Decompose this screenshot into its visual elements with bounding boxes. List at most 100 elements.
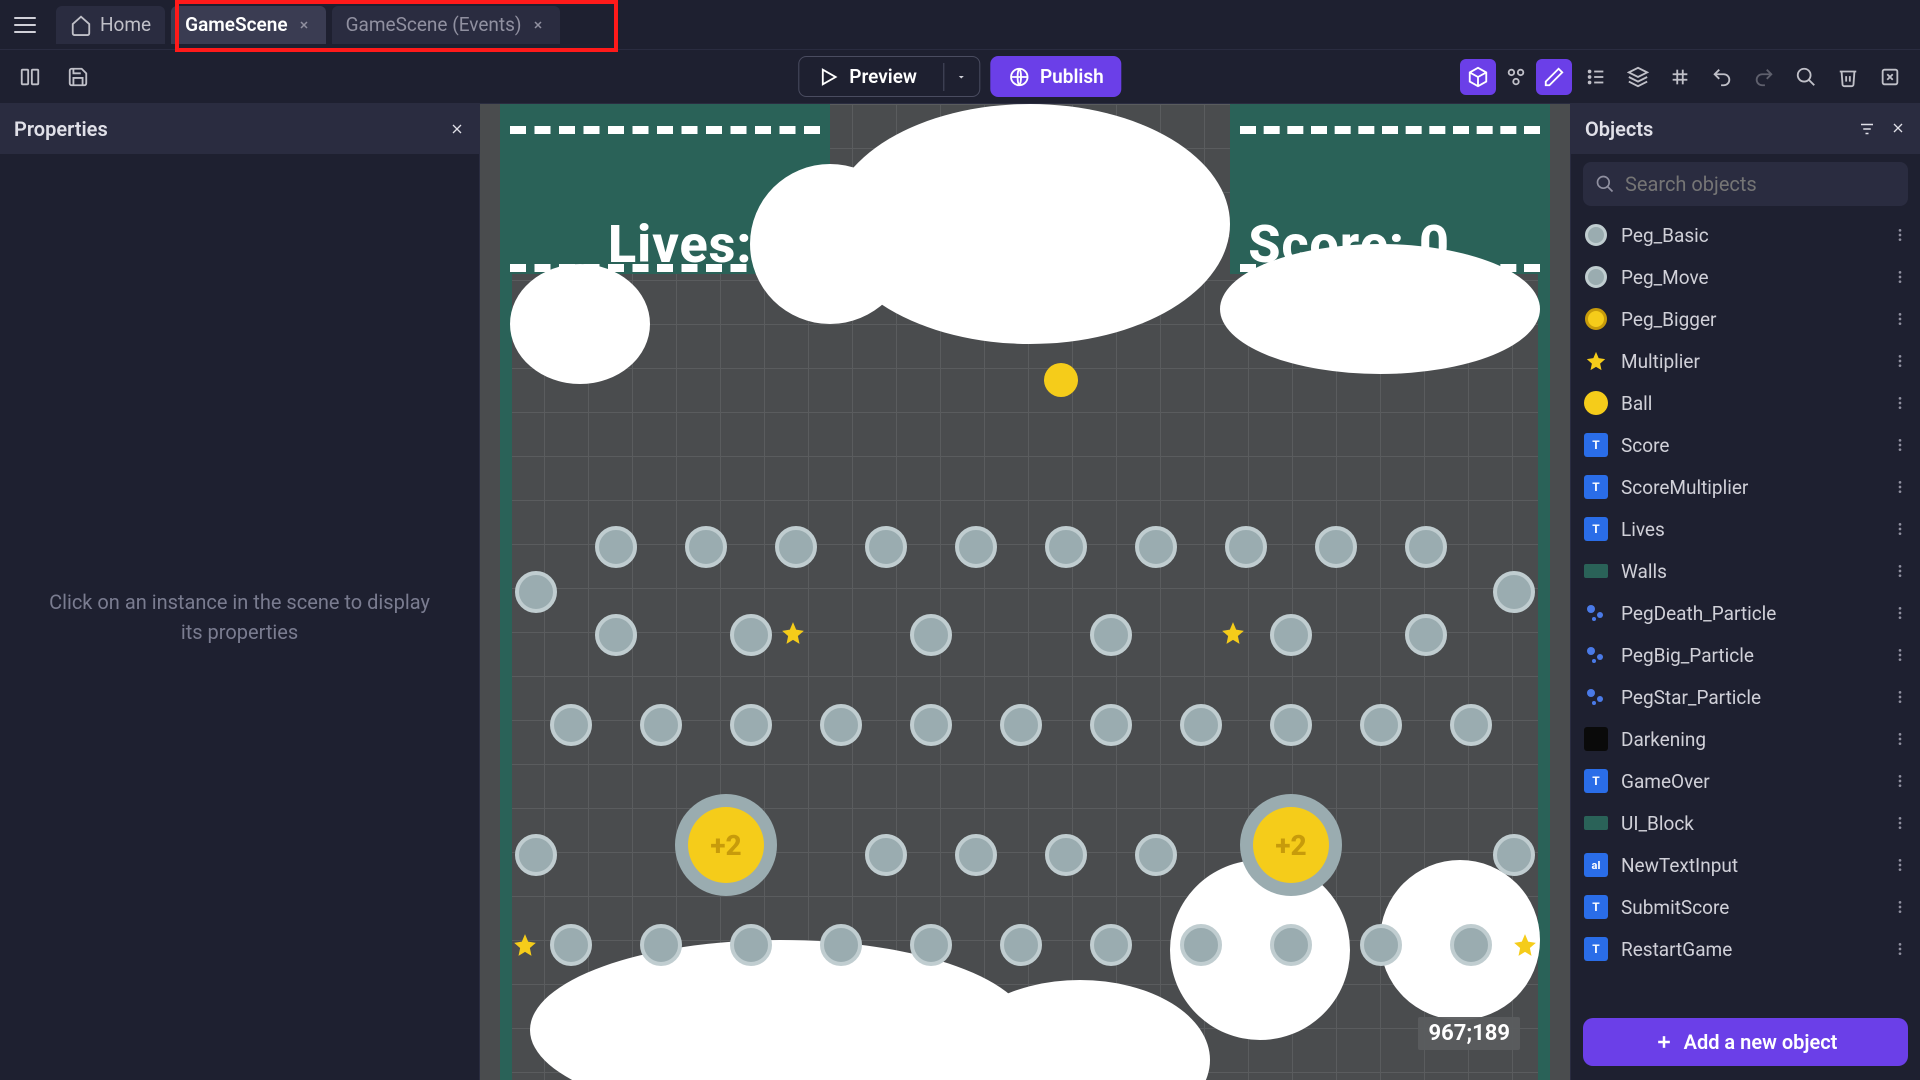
object-item[interactable]: UI_Block bbox=[1571, 802, 1920, 844]
preview-button[interactable]: Preview bbox=[799, 57, 935, 96]
peg-instance[interactable] bbox=[910, 924, 952, 966]
peg-instance[interactable] bbox=[1135, 834, 1177, 876]
object-item[interactable]: Ball bbox=[1571, 382, 1920, 424]
peg-instance[interactable] bbox=[550, 704, 592, 746]
peg-instance[interactable] bbox=[595, 614, 637, 656]
object-item[interactable]: TLives bbox=[1571, 508, 1920, 550]
peg-instance[interactable] bbox=[820, 704, 862, 746]
peg-instance[interactable] bbox=[515, 571, 557, 613]
object-item-more[interactable] bbox=[1892, 941, 1908, 957]
peg-instance[interactable] bbox=[865, 526, 907, 568]
peg-instance[interactable] bbox=[1360, 704, 1402, 746]
tool-edit-button[interactable] bbox=[1536, 59, 1572, 95]
object-item[interactable]: aINewTextInput bbox=[1571, 844, 1920, 886]
peg-instance[interactable] bbox=[1090, 614, 1132, 656]
peg-bigger-instance[interactable]: +2 bbox=[675, 794, 777, 896]
peg-instance[interactable] bbox=[1180, 924, 1222, 966]
peg-instance[interactable] bbox=[1405, 614, 1447, 656]
peg-instance[interactable] bbox=[595, 526, 637, 568]
peg-instance[interactable] bbox=[955, 526, 997, 568]
redo-button[interactable] bbox=[1746, 59, 1782, 95]
peg-instance[interactable] bbox=[730, 704, 772, 746]
object-item[interactable]: PegDeath_Particle bbox=[1571, 592, 1920, 634]
object-item-more[interactable] bbox=[1892, 269, 1908, 285]
peg-instance[interactable] bbox=[820, 924, 862, 966]
peg-instance[interactable] bbox=[1045, 834, 1087, 876]
object-item[interactable]: PegBig_Particle bbox=[1571, 634, 1920, 676]
object-item-more[interactable] bbox=[1892, 731, 1908, 747]
peg-instance[interactable] bbox=[955, 834, 997, 876]
peg-instance[interactable] bbox=[1315, 526, 1357, 568]
peg-instance[interactable] bbox=[910, 704, 952, 746]
object-item[interactable]: Walls bbox=[1571, 550, 1920, 592]
peg-instance[interactable] bbox=[775, 526, 817, 568]
object-item-more[interactable] bbox=[1892, 479, 1908, 495]
object-item-more[interactable] bbox=[1892, 437, 1908, 453]
add-object-button[interactable]: Add a new object bbox=[1583, 1018, 1908, 1066]
scene-tab-close[interactable] bbox=[296, 17, 312, 33]
object-item[interactable]: Darkening bbox=[1571, 718, 1920, 760]
object-item-more[interactable] bbox=[1892, 227, 1908, 243]
events-tab[interactable]: GameScene (Events) bbox=[332, 6, 560, 44]
properties-close[interactable] bbox=[449, 121, 465, 137]
object-item-more[interactable] bbox=[1892, 353, 1908, 369]
objects-search-input[interactable] bbox=[1625, 172, 1896, 196]
peg-instance[interactable] bbox=[865, 834, 907, 876]
object-item[interactable]: TScoreMultiplier bbox=[1571, 466, 1920, 508]
tool-cube-button[interactable] bbox=[1460, 59, 1496, 95]
peg-instance[interactable] bbox=[1090, 924, 1132, 966]
star-multiplier[interactable] bbox=[1512, 932, 1538, 958]
main-menu-button[interactable] bbox=[0, 0, 50, 50]
object-item-more[interactable] bbox=[1892, 563, 1908, 579]
zoom-button[interactable] bbox=[1788, 59, 1824, 95]
scene-tab[interactable]: GameScene bbox=[171, 6, 325, 44]
events-tab-close[interactable] bbox=[530, 17, 546, 33]
peg-instance[interactable] bbox=[1360, 924, 1402, 966]
peg-instance[interactable] bbox=[550, 924, 592, 966]
peg-instance[interactable] bbox=[730, 614, 772, 656]
settings-button[interactable] bbox=[1872, 59, 1908, 95]
star-multiplier[interactable] bbox=[780, 620, 806, 646]
peg-bigger-instance[interactable]: +2 bbox=[1240, 794, 1342, 896]
object-item-more[interactable] bbox=[1892, 647, 1908, 663]
peg-instance[interactable] bbox=[1493, 571, 1535, 613]
save-button[interactable] bbox=[60, 59, 96, 95]
object-item[interactable]: TSubmitScore bbox=[1571, 886, 1920, 928]
peg-instance[interactable] bbox=[1450, 924, 1492, 966]
star-multiplier[interactable] bbox=[512, 932, 538, 958]
peg-instance[interactable] bbox=[1405, 526, 1447, 568]
star-multiplier[interactable] bbox=[1220, 620, 1246, 646]
object-item[interactable]: Peg_Basic bbox=[1571, 214, 1920, 256]
object-item[interactable]: Peg_Move bbox=[1571, 256, 1920, 298]
peg-instance[interactable] bbox=[1493, 834, 1535, 876]
peg-instance[interactable] bbox=[730, 924, 772, 966]
peg-instance[interactable] bbox=[1045, 526, 1087, 568]
peg-instance[interactable] bbox=[640, 704, 682, 746]
scene-canvas[interactable]: Lives: 0 Score: 0 75% bbox=[480, 104, 1570, 1080]
peg-instance[interactable] bbox=[640, 924, 682, 966]
home-tab[interactable]: Home bbox=[56, 6, 165, 44]
object-item-more[interactable] bbox=[1892, 815, 1908, 831]
tool-grid-button[interactable] bbox=[1662, 59, 1698, 95]
object-item-more[interactable] bbox=[1892, 899, 1908, 915]
panel-toggle-left-button[interactable] bbox=[12, 59, 48, 95]
peg-instance[interactable] bbox=[1000, 704, 1042, 746]
object-item[interactable]: Multiplier bbox=[1571, 340, 1920, 382]
object-item[interactable]: TGameOver bbox=[1571, 760, 1920, 802]
tool-list-button[interactable] bbox=[1578, 59, 1614, 95]
object-item-more[interactable] bbox=[1892, 689, 1908, 705]
peg-instance[interactable] bbox=[685, 526, 727, 568]
peg-instance[interactable] bbox=[1090, 704, 1132, 746]
tool-layers-button[interactable] bbox=[1620, 59, 1656, 95]
object-item-more[interactable] bbox=[1892, 773, 1908, 789]
object-item[interactable]: TScore bbox=[1571, 424, 1920, 466]
peg-instance[interactable] bbox=[1000, 924, 1042, 966]
peg-instance[interactable] bbox=[1180, 704, 1222, 746]
object-item-more[interactable] bbox=[1892, 311, 1908, 327]
publish-button[interactable]: Publish bbox=[990, 56, 1122, 97]
peg-instance[interactable] bbox=[1450, 704, 1492, 746]
objects-search-box[interactable] bbox=[1583, 162, 1908, 206]
peg-instance[interactable] bbox=[515, 834, 557, 876]
ball-instance[interactable] bbox=[1044, 363, 1078, 397]
peg-instance[interactable] bbox=[1270, 704, 1312, 746]
